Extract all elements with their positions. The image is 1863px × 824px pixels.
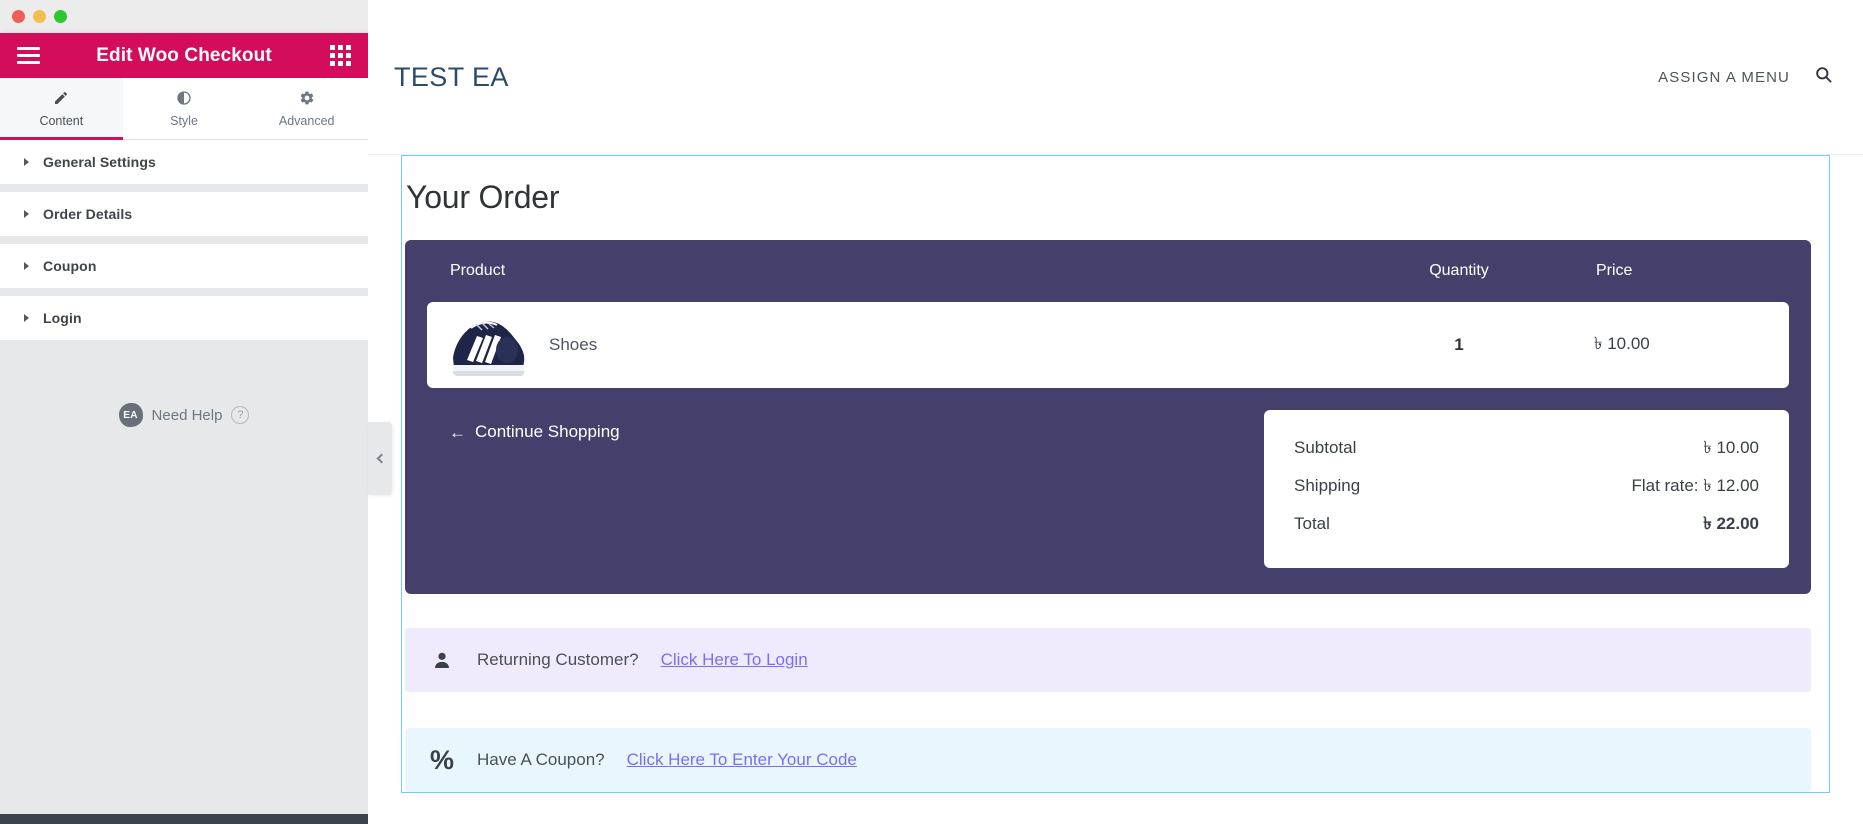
preview-frame: TEST EA ASSIGN A MENU Your Order Product… [368,0,1863,824]
window-titlebar [0,0,368,33]
woo-checkout-order-widget[interactable]: Your Order Product Quantity Price Shoes … [401,155,1830,793]
percent-icon: % [429,744,454,775]
coupon-text: Have A Coupon? [477,750,605,769]
widget-wrapper: Your Order Product Quantity Price Shoes … [368,155,1863,793]
chevron-right-icon [24,262,29,270]
user-icon [429,650,455,671]
order-heading: Your Order [406,179,560,215]
chevron-right-icon [24,210,29,218]
totals-row-total: Total ৳ 22.00 [1294,506,1759,544]
product-price: ৳ 10.00 [1594,334,1650,353]
application-window: Edit Woo Checkout Content Style Advanced… [0,0,1863,824]
continue-shopping-label: Continue Shopping [475,422,620,441]
product-name: Shoes [549,335,598,354]
panel-empty-area: EA Need Help ? [0,348,368,814]
editor-panel: Edit Woo Checkout Content Style Advanced… [0,33,369,824]
continue-shopping-link[interactable]: ← Continue Shopping [427,410,1264,442]
contrast-icon [176,90,192,109]
tab-content[interactable]: Content [0,78,123,140]
product-quantity: 1 [1454,335,1464,354]
column-header-price: Price [1596,262,1633,279]
tab-advanced-label: Advanced [278,113,335,128]
need-help-widget[interactable]: EA Need Help ? [0,403,368,427]
totals-label: Total [1294,514,1330,533]
chevron-left-icon [376,453,387,464]
order-panel: Product Quantity Price Shoes 1 ৳ 10.00 ←… [405,240,1811,594]
chevron-right-icon [24,158,29,166]
site-logo[interactable]: TEST EA [394,62,509,93]
totals-label: Shipping [1294,476,1361,495]
totals-value: ৳ 10.00 [1703,438,1759,457]
search-icon[interactable] [1814,65,1833,89]
panel-title: Edit Woo Checkout [96,44,272,66]
section-order-details[interactable]: Order Details [0,192,368,244]
panel-header: Edit Woo Checkout [0,33,368,78]
ea-logo-icon: EA [118,403,143,427]
need-help-label: Need Help [151,406,223,424]
window-close-button[interactable] [12,10,25,23]
section-login[interactable]: Login [0,296,368,348]
panel-sections: General Settings Order Details Coupon Lo… [0,140,368,348]
pencil-icon [53,90,69,109]
panel-collapse-handle[interactable] [368,422,392,495]
question-mark-icon[interactable]: ? [231,406,250,424]
grid-apps-icon[interactable] [330,45,351,66]
gear-icon [299,90,315,109]
arrow-left-icon: ← [449,422,466,442]
totals-value: ৳ 22.00 [1703,514,1759,533]
window-maximize-button[interactable] [54,10,67,23]
tab-style-label: Style [170,113,198,128]
section-label: Coupon [43,258,97,274]
table-row: Shoes 1 ৳ 10.00 [427,302,1789,388]
section-coupon[interactable]: Coupon [0,244,368,296]
order-bottom: ← Continue Shopping Subtotal ৳ 10.00 Shi… [427,388,1789,568]
site-header: TEST EA ASSIGN A MENU [368,0,1863,155]
login-link[interactable]: Click Here To Login [661,650,808,670]
order-totals-box: Subtotal ৳ 10.00 Shipping Flat rate: ৳ 1… [1264,410,1789,568]
hamburger-menu-icon[interactable] [17,47,40,64]
totals-label: Subtotal [1294,438,1357,457]
order-table-header: Product Quantity Price [427,240,1789,302]
site-header-right: ASSIGN A MENU [1658,65,1833,89]
chevron-right-icon [24,314,29,322]
window-minimize-button[interactable] [33,10,46,23]
section-label: General Settings [43,154,156,170]
panel-footer-bar [0,814,368,824]
tab-advanced[interactable]: Advanced [245,78,369,139]
tab-content-label: Content [39,113,84,128]
panel-tabs: Content Style Advanced [0,78,369,140]
section-general-settings[interactable]: General Settings [0,140,368,192]
totals-row-shipping: Shipping Flat rate: ৳ 12.00 [1294,468,1759,506]
section-label: Order Details [43,206,133,222]
section-label: Login [43,310,82,326]
coupon-notice: % Have A Coupon? Click Here To Enter You… [405,728,1811,792]
coupon-link[interactable]: Click Here To Enter Your Code [627,750,857,770]
column-header-product: Product [450,262,506,279]
returning-customer-notice: Returning Customer? Click Here To Login [405,628,1811,692]
totals-value: Flat rate: ৳ 12.00 [1631,476,1759,495]
tab-style[interactable]: Style [122,78,246,139]
product-cell: Shoes [427,310,1344,380]
assign-menu-link[interactable]: ASSIGN A MENU [1658,69,1790,86]
totals-row-subtotal: Subtotal ৳ 10.00 [1294,430,1759,468]
navy-sneaker-image [449,310,527,380]
returning-customer-text: Returning Customer? [477,650,639,669]
column-header-quantity: Quantity [1429,262,1489,279]
